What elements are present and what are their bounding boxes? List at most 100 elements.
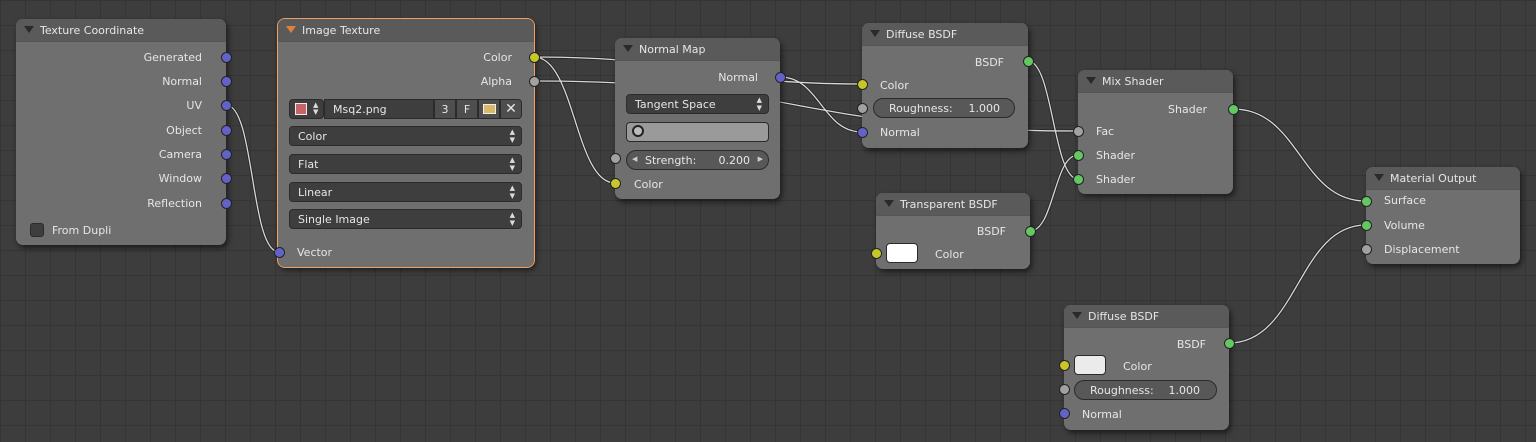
socket-normal-out[interactable] (221, 76, 232, 87)
image-name-field[interactable]: Msq2.png (324, 99, 434, 119)
socket-color-in[interactable] (871, 248, 882, 259)
node-header[interactable]: Diffuse BSDF (1064, 305, 1229, 328)
socket-bsdf-out[interactable] (1025, 226, 1036, 237)
node-transparent-bsdf[interactable]: Transparent BSDF BSDF Color (876, 193, 1030, 269)
collapse-arrow-icon[interactable] (870, 30, 880, 37)
image-name: Msq2.png (333, 103, 387, 116)
strength-value: 0.200 (718, 154, 751, 167)
unlink-image-button[interactable]: ✕ (500, 99, 522, 119)
socket-color-in[interactable] (610, 178, 621, 189)
node-material-output[interactable]: Material Output Surface Volume Displacem… (1366, 167, 1520, 264)
open-image-button[interactable] (478, 99, 500, 119)
link-normal-to-normal (779, 75, 863, 134)
space-dropdown[interactable]: Tangent Space ▲ ▼ (626, 94, 769, 114)
socket-color-in[interactable] (1059, 360, 1070, 371)
socket-alpha-out[interactable] (529, 76, 540, 87)
socket-reflection[interactable] (221, 198, 232, 209)
color-space-dropdown[interactable]: Color ▲ ▼ (289, 126, 522, 146)
roughness-slider[interactable]: Roughness: 1.000 (1074, 380, 1217, 400)
node-diffuse-bsdf-2[interactable]: Diffuse BSDF BSDF Color Roughness: 1.000… (1064, 305, 1229, 430)
node-mix-shader[interactable]: Mix Shader Shader Fac Shader Shader (1078, 70, 1233, 194)
decrement-arrow-icon[interactable]: ◀ (632, 155, 637, 163)
input-label-color: Color (634, 178, 663, 191)
from-dupli-checkbox[interactable] (30, 223, 44, 237)
uv-map-field[interactable] (626, 122, 769, 142)
users-count: 3 (441, 103, 449, 116)
input-label-surface: Surface (1384, 194, 1426, 207)
source-dropdown[interactable]: Single Image ▲ ▼ (289, 209, 522, 229)
node-diffuse-bsdf[interactable]: Diffuse BSDF BSDF Color Roughness: 1.000… (862, 23, 1028, 148)
node-header[interactable]: Mix Shader (1078, 70, 1233, 93)
collapse-arrow-icon[interactable] (1086, 77, 1096, 84)
input-label-displacement: Displacement (1384, 243, 1460, 256)
color-swatch[interactable] (886, 243, 918, 263)
socket-normal-in[interactable] (857, 127, 868, 138)
socket-shader-2-in[interactable] (1073, 174, 1084, 185)
projection-dropdown[interactable]: Flat ▲ ▼ (289, 154, 522, 174)
socket-surface-in[interactable] (1361, 196, 1372, 207)
output-label-shader: Shader (1168, 103, 1207, 116)
interpolation-value: Linear (298, 186, 333, 199)
strength-slider[interactable]: ◀ Strength: 0.200 ▶ (626, 150, 769, 170)
link-mix-to-surface (1232, 107, 1367, 203)
output-label-bsdf: BSDF (1176, 338, 1206, 351)
socket-color-out[interactable] (529, 52, 540, 63)
updown-arrows-icon: ▲ ▼ (756, 96, 762, 112)
socket-shader-1-in[interactable] (1073, 150, 1084, 161)
collapse-arrow-icon[interactable] (286, 26, 296, 33)
node-normal-map[interactable]: Normal Map Normal Tangent Space ▲ ▼ ◀ Str… (615, 38, 780, 199)
users-count-button[interactable]: 3 (434, 99, 456, 119)
node-header[interactable]: Material Output (1366, 167, 1520, 190)
socket-roughness-in[interactable] (1059, 384, 1070, 395)
updown-arrows-icon: ▲ ▼ (509, 128, 515, 144)
node-title: Diffuse BSDF (886, 28, 958, 41)
socket-displacement-in[interactable] (1361, 244, 1372, 255)
node-header[interactable]: Texture Coordinate (16, 19, 226, 42)
input-label-shader-2: Shader (1096, 173, 1135, 186)
socket-strength-in[interactable] (610, 153, 621, 164)
node-header[interactable]: Normal Map (615, 38, 780, 61)
socket-normal-in[interactable] (1059, 408, 1070, 419)
node-texture-coordinate[interactable]: Texture Coordinate Generated Normal UV O… (16, 19, 226, 245)
output-label-bsdf: BSDF (974, 56, 1004, 69)
node-image-texture[interactable]: Image Texture Color Alpha ▲ ▼ Msq2.png 3 … (277, 18, 535, 268)
collapse-arrow-icon[interactable] (1072, 312, 1082, 319)
socket-generated[interactable] (221, 52, 232, 63)
socket-vector-in[interactable] (274, 247, 285, 258)
output-label-normal: Normal (162, 75, 202, 88)
node-header[interactable]: Diffuse BSDF (862, 23, 1028, 46)
output-label-generated: Generated (143, 51, 202, 64)
socket-window[interactable] (221, 173, 232, 184)
increment-arrow-icon[interactable]: ▶ (758, 155, 763, 163)
close-icon: ✕ (505, 101, 517, 117)
socket-normal-out[interactable] (775, 72, 786, 83)
socket-roughness-in[interactable] (857, 103, 868, 114)
collapse-arrow-icon[interactable] (24, 26, 34, 33)
fake-user-button[interactable]: F (456, 99, 478, 119)
link-uv-vector (225, 103, 280, 254)
collapse-arrow-icon[interactable] (623, 45, 633, 52)
roughness-label: Roughness: (889, 102, 953, 115)
input-label-color: Color (880, 79, 909, 92)
socket-camera[interactable] (221, 149, 232, 160)
roughness-slider[interactable]: Roughness: 1.000 (873, 98, 1015, 118)
image-browse-button[interactable]: ▲ ▼ (289, 99, 324, 119)
collapse-arrow-icon[interactable] (884, 200, 894, 207)
collapse-arrow-icon[interactable] (1374, 174, 1384, 181)
node-header[interactable]: Transparent BSDF (876, 193, 1030, 216)
socket-volume-in[interactable] (1361, 220, 1372, 231)
socket-bsdf-out[interactable] (1023, 56, 1034, 67)
input-label-normal: Normal (1082, 408, 1122, 421)
source-value: Single Image (298, 213, 370, 226)
interpolation-dropdown[interactable]: Linear ▲ ▼ (289, 182, 522, 202)
folder-icon (482, 104, 496, 114)
socket-shader-out[interactable] (1228, 104, 1239, 115)
socket-fac-in[interactable] (1073, 126, 1084, 137)
node-header[interactable]: Image Texture (278, 19, 534, 42)
socket-color-in[interactable] (857, 79, 868, 90)
color-swatch[interactable] (1074, 355, 1106, 375)
socket-object[interactable] (221, 125, 232, 136)
socket-bsdf-out[interactable] (1224, 338, 1235, 349)
socket-uv[interactable] (221, 100, 232, 111)
link-transparent-to-shader1 (1029, 153, 1079, 233)
